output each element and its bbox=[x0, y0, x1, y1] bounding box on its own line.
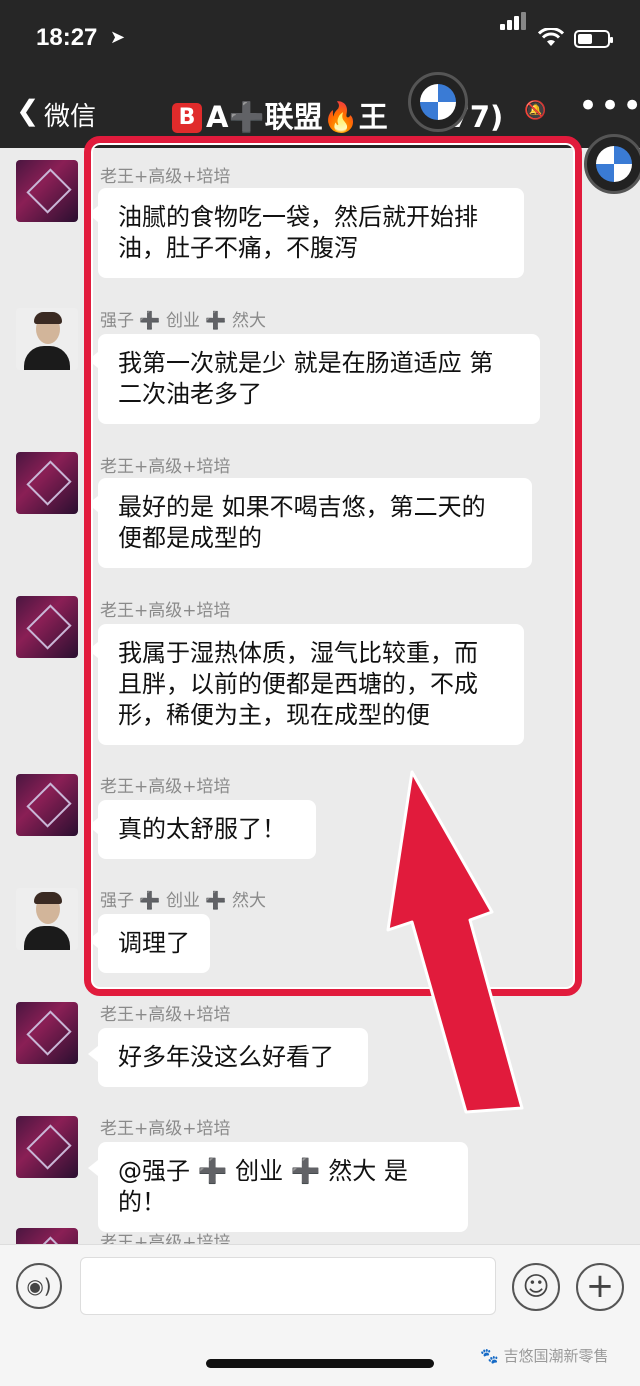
watermark: 🐾 吉悠国潮新零售 bbox=[480, 1347, 609, 1365]
more-actions-button[interactable]: + bbox=[576, 1263, 624, 1311]
red-arrow-annotation bbox=[386, 770, 524, 1114]
emoji-button[interactable]: ☺ bbox=[512, 1263, 560, 1311]
watermark-text: 吉悠国潮新零售 bbox=[503, 1347, 609, 1365]
input-bar: ◉) ☺ + 🐾 吉悠国潮新零售 bbox=[0, 1244, 640, 1386]
message-input[interactable] bbox=[80, 1257, 496, 1315]
home-indicator bbox=[206, 1359, 434, 1368]
voice-input-button[interactable]: ◉) bbox=[16, 1263, 62, 1309]
